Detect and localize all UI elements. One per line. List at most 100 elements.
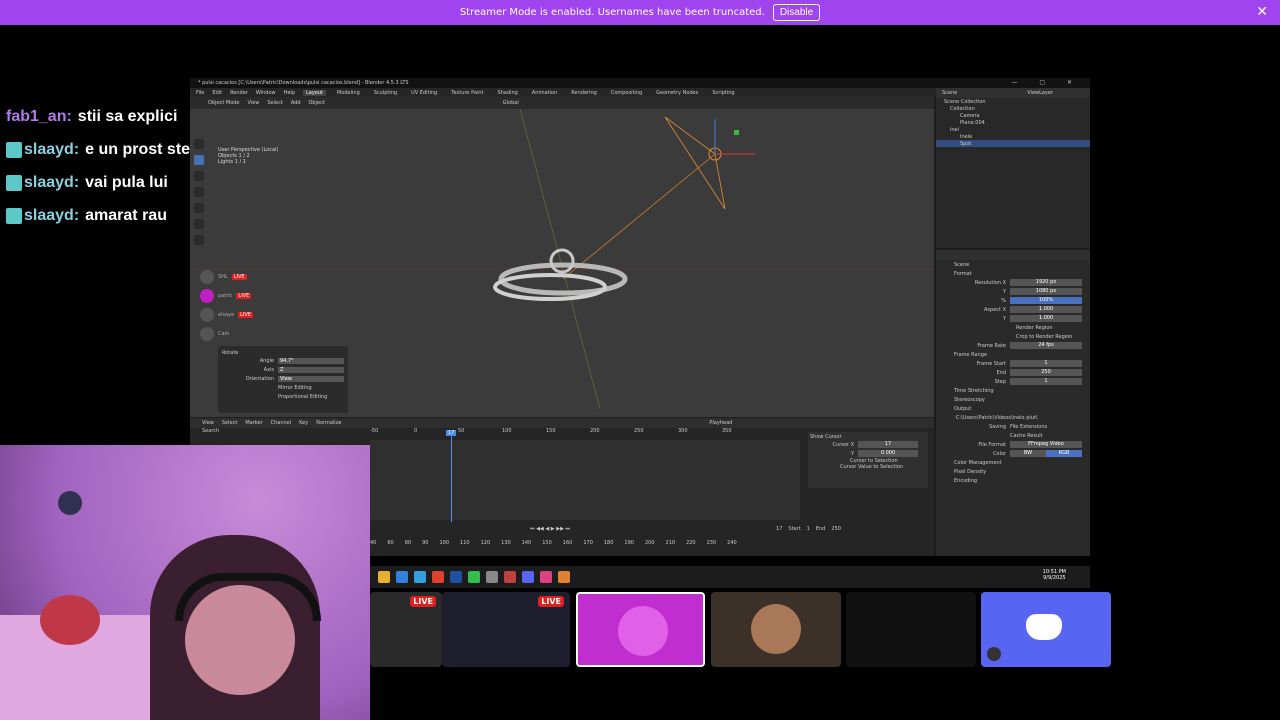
prop-field[interactable]: 250: [1010, 369, 1082, 376]
scene-selector[interactable]: Scene: [942, 90, 957, 96]
menu-edit[interactable]: Edit: [212, 90, 222, 96]
app-icon[interactable]: [540, 571, 552, 583]
normalize-toggle[interactable]: Normalize: [316, 420, 341, 426]
participant-tile[interactable]: [981, 592, 1111, 667]
crop-checkbox[interactable]: Crop to Render Region: [936, 332, 1090, 341]
viewport-menu-add[interactable]: Add: [291, 100, 301, 106]
blender-taskbar-icon[interactable]: [558, 571, 570, 583]
playback-buttons[interactable]: ⏮ ◀◀ ◀ ▶ ▶▶ ⏭: [530, 526, 570, 532]
render-region-checkbox[interactable]: Render Region: [936, 323, 1090, 332]
mirror-editing-checkbox[interactable]: Mirror Editing: [222, 383, 344, 392]
timeline-area[interactable]: [370, 440, 800, 520]
outliner-item[interactable]: Collection: [936, 105, 1090, 112]
discord-taskbar-icon[interactable]: [522, 571, 534, 583]
window-controls[interactable]: — ▢ ✕: [1011, 79, 1082, 86]
channel-search[interactable]: Search: [202, 428, 246, 434]
frame-rate-dropdown[interactable]: 24 fps: [1010, 342, 1082, 349]
file-format-dropdown[interactable]: FFmpeg Video: [1010, 441, 1082, 448]
viewport-menu-select[interactable]: Select: [267, 100, 282, 106]
chrome-icon[interactable]: [432, 571, 444, 583]
cursor-x-field[interactable]: 17: [858, 441, 918, 448]
rgb-toggle[interactable]: RGB: [1046, 450, 1082, 457]
cursor-y-field[interactable]: 0.000: [858, 450, 918, 457]
end-frame-field[interactable]: 250: [831, 526, 841, 532]
file-extensions-checkbox[interactable]: File Extensions: [1010, 424, 1047, 430]
prop-field[interactable]: 1.000: [1010, 306, 1082, 313]
prop-field[interactable]: 1080 px: [1010, 288, 1082, 295]
tab-modeling[interactable]: Modeling: [334, 90, 363, 96]
outliner-item[interactable]: Camera: [936, 112, 1090, 119]
close-icon[interactable]: ✕: [1256, 4, 1268, 20]
prop-field[interactable]: 100%: [1010, 297, 1082, 304]
media-icon[interactable]: [486, 571, 498, 583]
menu-window[interactable]: Window: [256, 90, 276, 96]
outliner-item[interactable]: Inele: [936, 133, 1090, 140]
viewport-menu-view[interactable]: View: [248, 100, 260, 106]
timeline-menu-key[interactable]: Key: [299, 420, 308, 426]
tab-texture-paint[interactable]: Texture Paint: [448, 90, 486, 96]
outliner-item[interactable]: Scene Collection: [936, 98, 1090, 105]
tab-sculpting[interactable]: Sculpting: [371, 90, 400, 96]
start-frame-field[interactable]: 1: [807, 526, 810, 532]
pixel-density-section[interactable]: Pixel Density: [936, 467, 1090, 476]
angle-field[interactable]: 94.7°: [278, 357, 344, 364]
timeline-menu-select[interactable]: Select: [222, 420, 237, 426]
color-management-section[interactable]: Color Management: [936, 458, 1090, 467]
file-explorer-icon[interactable]: [378, 571, 390, 583]
edge-icon[interactable]: [414, 571, 426, 583]
menu-render[interactable]: Render: [230, 90, 248, 96]
tab-shading[interactable]: Shading: [494, 90, 520, 96]
app-icon[interactable]: [450, 571, 462, 583]
timeline-menu-marker[interactable]: Marker: [245, 420, 262, 426]
tab-compositing[interactable]: Compositing: [608, 90, 645, 96]
cursor-value-to-selection-button[interactable]: Cursor Value to Selection: [810, 464, 926, 470]
prop-field[interactable]: 1: [1010, 378, 1082, 385]
stream-tile[interactable]: LIVE: [370, 592, 442, 667]
prop-field[interactable]: 1: [1010, 360, 1082, 367]
timeline-menu-channel[interactable]: Channel: [271, 420, 292, 426]
tab-geometry-nodes[interactable]: Geometry Nodes: [653, 90, 701, 96]
tab-layout[interactable]: Layout: [303, 89, 326, 96]
tab-scripting[interactable]: Scripting: [709, 90, 737, 96]
playhead-dropdown[interactable]: Playhead: [709, 420, 732, 426]
encoding-section[interactable]: Encoding: [936, 476, 1090, 485]
3d-viewport[interactable]: Object Mode View Select Add Object Globa…: [190, 97, 934, 417]
disable-button[interactable]: Disable: [772, 4, 821, 21]
view-layer-selector[interactable]: ViewLayer: [1027, 90, 1053, 96]
participant-tile[interactable]: [846, 592, 976, 667]
app-icon[interactable]: [504, 571, 516, 583]
spotify-icon[interactable]: [468, 571, 480, 583]
output-section[interactable]: Output: [936, 404, 1090, 413]
proportional-editing-checkbox[interactable]: Proportional Editing: [222, 392, 344, 401]
outliner-item-selected[interactable]: Spot: [936, 140, 1090, 147]
bw-toggle[interactable]: BW: [1010, 450, 1046, 457]
menu-file[interactable]: File: [196, 90, 204, 96]
cache-result-checkbox[interactable]: Cache Result: [936, 431, 1090, 440]
current-frame-field[interactable]: 17: [776, 526, 782, 532]
tab-rendering[interactable]: Rendering: [568, 90, 600, 96]
prop-field[interactable]: 1920 px: [1010, 279, 1082, 286]
tab-animation[interactable]: Animation: [529, 90, 561, 96]
viewport-menu-object[interactable]: Object: [309, 100, 325, 106]
output-path-field[interactable]: C:\Users\Patric\Videos\inelo plut\: [936, 413, 1090, 422]
participant-tile[interactable]: [711, 592, 841, 667]
frame-range-section[interactable]: Frame Range: [936, 350, 1090, 359]
mode-dropdown[interactable]: Object Mode: [208, 100, 240, 106]
tab-uv-editing[interactable]: UV Editing: [408, 90, 440, 96]
store-icon[interactable]: [396, 571, 408, 583]
format-section[interactable]: Format: [936, 269, 1090, 278]
timeline-menu-view[interactable]: View: [202, 420, 214, 426]
outliner-item[interactable]: Plane.004: [936, 119, 1090, 126]
stereoscopy-section[interactable]: Stereoscopy: [936, 395, 1090, 404]
axis-field[interactable]: Z: [278, 366, 344, 373]
participant-tile[interactable]: [576, 592, 705, 667]
time-stretching-section[interactable]: Time Stretching: [936, 386, 1090, 395]
playhead-marker[interactable]: [451, 430, 452, 522]
transform-orientation[interactable]: Global: [503, 100, 519, 106]
orientation-dropdown[interactable]: View: [278, 375, 344, 382]
stream-tile[interactable]: LIVE: [442, 592, 570, 667]
prop-field[interactable]: 1.000: [1010, 315, 1082, 322]
menu-help[interactable]: Help: [284, 90, 295, 96]
system-clock[interactable]: 10:51 PM 9/9/2025: [1043, 569, 1066, 581]
outliner-item[interactable]: inel: [936, 126, 1090, 133]
